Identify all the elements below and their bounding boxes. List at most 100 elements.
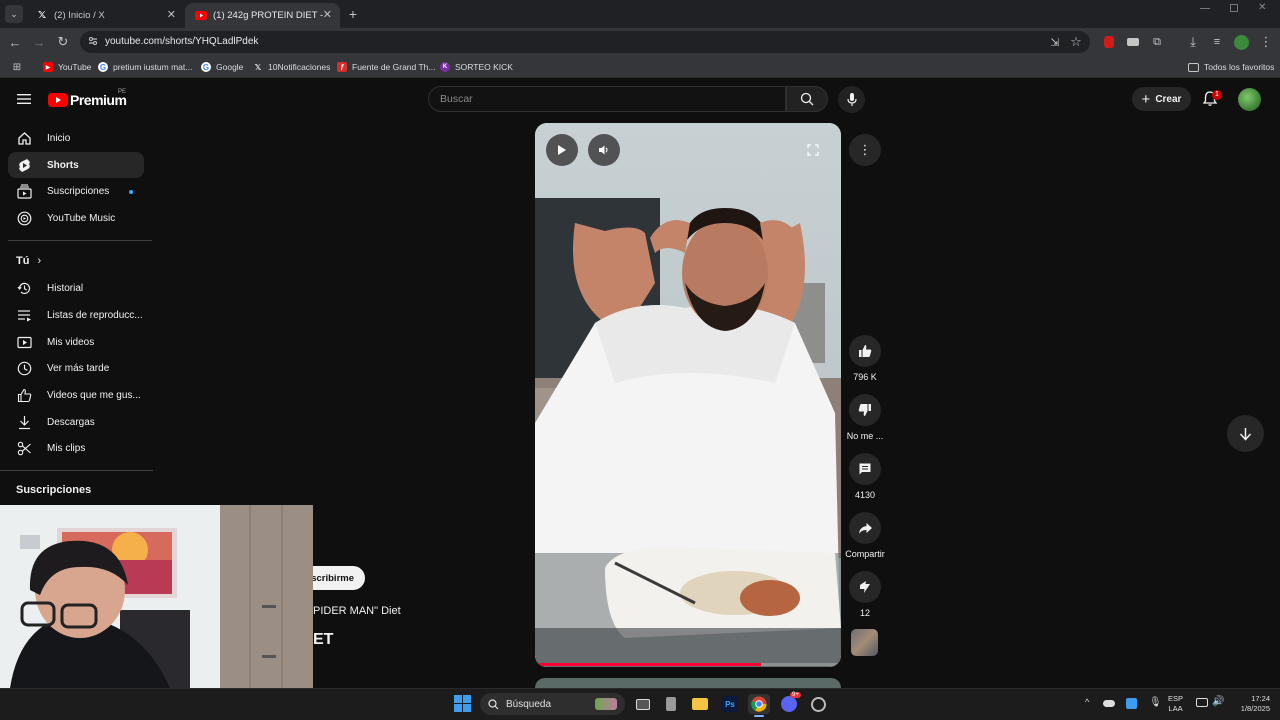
- more-options-button[interactable]: ⋮: [849, 134, 881, 166]
- short-title[interactable]: PIDER MAN" Diet: [313, 605, 401, 617]
- sidebar-item-label: Videos que me gus...: [47, 389, 141, 401]
- microphone-icon: [846, 92, 857, 106]
- like-action[interactable]: 796 K: [847, 335, 883, 382]
- bookmark-sorteo-kick[interactable]: K SORTEO KICK: [440, 60, 513, 74]
- history-icon: [16, 280, 32, 296]
- tab-x-home[interactable]: 𝕏 (2) Inicio / X ✕: [26, 3, 184, 28]
- back-icon[interactable]: ←: [6, 33, 24, 51]
- window-close-icon[interactable]: ✕: [1258, 2, 1266, 13]
- taskbar-search[interactable]: Búsqueda: [480, 693, 625, 715]
- apps-grid-icon[interactable]: ⊞: [8, 58, 26, 76]
- tab-search-icon[interactable]: ⌄: [5, 5, 23, 23]
- comments-action[interactable]: 4130: [847, 453, 883, 500]
- share-action[interactable]: Compartir: [845, 512, 885, 559]
- close-icon[interactable]: ✕: [167, 8, 176, 21]
- search-button[interactable]: [786, 86, 828, 112]
- sidebar-item-ver-mas-tarde[interactable]: Ver más tarde: [8, 355, 144, 381]
- bookmark-fuente[interactable]: f Fuente de Grand Th...: [337, 60, 435, 74]
- chrome-menu-icon[interactable]: ⋮: [1257, 33, 1275, 51]
- profile-avatar[interactable]: [1234, 35, 1249, 50]
- windows-start-icon[interactable]: [454, 695, 471, 712]
- tab-youtube-short[interactable]: (1) 242g PROTEIN DIET - YouTu ✕: [185, 3, 340, 28]
- display-icon[interactable]: [1196, 698, 1208, 707]
- minimize-icon[interactable]: [1200, 8, 1210, 9]
- download-icon[interactable]: ⤓: [1184, 33, 1202, 51]
- maximize-icon[interactable]: [1230, 4, 1238, 12]
- pinned-app-icon[interactable]: [660, 694, 682, 714]
- dislike-action[interactable]: No me ...: [847, 394, 883, 441]
- create-button[interactable]: + Crear: [1132, 87, 1191, 111]
- forward-icon[interactable]: →: [30, 33, 48, 51]
- url-text[interactable]: youtube.com/shorts/YHQLadlPdek: [105, 36, 258, 47]
- sidebar-you-heading[interactable]: Tú ›: [16, 255, 41, 267]
- chevron-up-icon[interactable]: ^: [1085, 697, 1089, 707]
- next-short-button[interactable]: [1227, 415, 1264, 452]
- speaker-icon[interactable]: 🔊: [1212, 696, 1224, 707]
- new-tab-button[interactable]: +: [344, 5, 362, 23]
- bookmark-notificaciones[interactable]: 𝕏 10Notificaciones: [253, 60, 331, 74]
- all-bookmarks-folder[interactable]: Todos los favoritos: [1188, 60, 1274, 74]
- sidebar-item-mis-videos[interactable]: Mis videos: [8, 329, 144, 355]
- notification-count-badge: 1: [1212, 90, 1222, 100]
- clock-display[interactable]: 17:24 1/8/2025: [1230, 694, 1270, 714]
- extensions-puzzle-icon[interactable]: ⧉: [1148, 33, 1166, 51]
- reload-icon[interactable]: ↻: [54, 33, 72, 51]
- search-highlight-icon: [595, 698, 617, 710]
- comment-icon[interactable]: [849, 453, 881, 485]
- voice-search-button[interactable]: [838, 86, 865, 113]
- sidebar-item-historial[interactable]: Historial: [8, 275, 144, 301]
- sidebar-item-videos-me-gustan[interactable]: Videos que me gus...: [8, 382, 144, 408]
- like-icon[interactable]: [849, 335, 881, 367]
- next-short-preview[interactable]: [535, 678, 841, 688]
- pinned-app-icon[interactable]: [807, 694, 829, 714]
- sidebar-item-suscripciones[interactable]: Suscripciones: [8, 178, 144, 204]
- bookmark-pretium[interactable]: G pretium iustum mat...: [98, 60, 192, 74]
- sidebar-item-descargas[interactable]: Descargas: [8, 409, 144, 435]
- shorts-video-player[interactable]: [535, 123, 841, 667]
- extension-icon[interactable]: [1127, 38, 1139, 46]
- language-indicator[interactable]: ESP LAA: [1168, 694, 1183, 714]
- sidebar-item-shorts[interactable]: Shorts: [8, 152, 144, 178]
- play-button[interactable]: [546, 134, 578, 166]
- account-avatar[interactable]: [1238, 88, 1261, 111]
- search-icon: [488, 698, 499, 709]
- clock-date: 1/8/2025: [1240, 704, 1270, 713]
- hamburger-menu-icon[interactable]: [17, 92, 31, 106]
- youtube-icon: [195, 10, 207, 22]
- bookmark-google[interactable]: G Google: [201, 60, 243, 74]
- audio-track-thumbnail[interactable]: [851, 629, 878, 656]
- dislike-icon[interactable]: [849, 394, 881, 426]
- remix-action[interactable]: 12: [847, 571, 883, 618]
- sidebar-divider: [8, 240, 152, 241]
- progress-track[interactable]: [535, 663, 841, 666]
- search-input[interactable]: Buscar: [428, 86, 786, 112]
- extension-icon[interactable]: [1104, 36, 1114, 48]
- my-videos-icon: [16, 334, 32, 350]
- task-view-icon[interactable]: [632, 694, 654, 714]
- sidebar-item-youtube-music[interactable]: YouTube Music: [8, 205, 144, 231]
- microphone-tray-icon[interactable]: 🎙: [1149, 697, 1162, 708]
- site-info-icon[interactable]: [88, 36, 98, 46]
- bookmark-youtube[interactable]: ▶ YouTube: [43, 60, 91, 74]
- volume-button[interactable]: [588, 134, 620, 166]
- install-app-icon[interactable]: ⇲: [1046, 33, 1064, 51]
- media-control-icon[interactable]: ≡: [1208, 33, 1226, 51]
- sidebar-item-label: Shorts: [47, 159, 79, 171]
- sidebar-item-inicio[interactable]: Inicio: [8, 125, 144, 151]
- share-icon[interactable]: [849, 512, 881, 544]
- photoshop-icon[interactable]: Ps: [719, 694, 741, 714]
- security-icon[interactable]: [1126, 698, 1137, 709]
- file-explorer-icon[interactable]: [689, 694, 711, 714]
- bookmark-star-icon[interactable]: ☆: [1067, 33, 1085, 51]
- youtube-icon: ▶: [43, 62, 53, 72]
- sidebar-item-listas[interactable]: Listas de reproducc...: [8, 302, 144, 328]
- sidebar-item-mis-clips[interactable]: Mis clips: [8, 435, 144, 461]
- remix-icon[interactable]: [849, 571, 881, 603]
- close-icon[interactable]: ✕: [323, 8, 332, 21]
- onedrive-icon[interactable]: [1103, 700, 1115, 707]
- thumbs-up-icon: [16, 387, 32, 403]
- youtube-premium-logo[interactable]: Premium: [48, 92, 127, 108]
- fullscreen-button[interactable]: [797, 134, 829, 166]
- chrome-taskbar-icon[interactable]: [748, 694, 770, 714]
- video-frame: [535, 123, 841, 667]
